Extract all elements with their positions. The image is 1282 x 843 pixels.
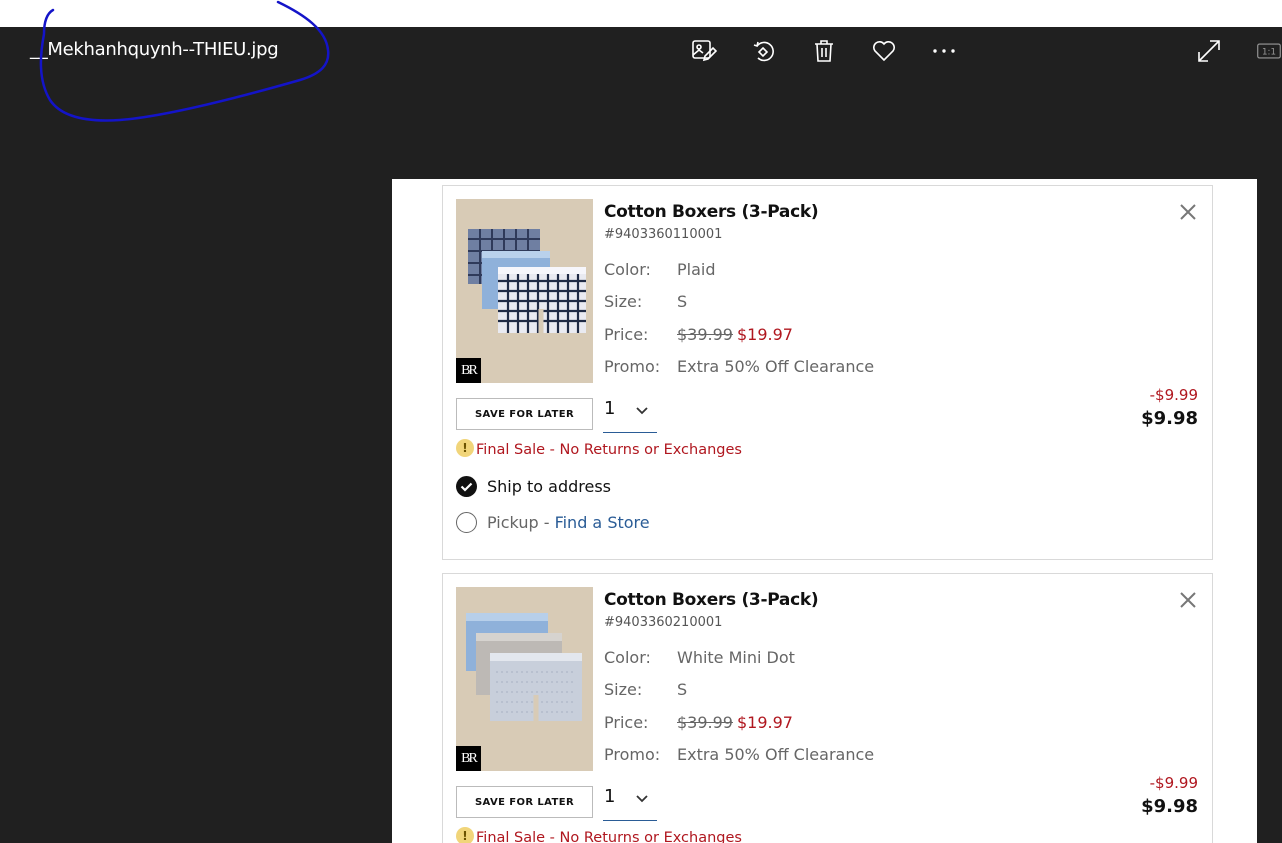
product-image[interactable]: BR: [456, 587, 593, 771]
final-sale-notice: ! Final Sale - No Returns or Exchanges: [456, 439, 742, 458]
cart-item: BR Cotton Boxers (3-Pack) #9403360110001…: [442, 185, 1213, 560]
sale-price: $19.97: [736, 325, 793, 344]
item-total: $9.98: [1141, 408, 1198, 429]
unchecked-radio-icon: [456, 512, 477, 533]
price-label: Price:: [604, 713, 649, 732]
quantity-value: 1: [604, 398, 616, 419]
sale-price: $19.97: [736, 713, 793, 732]
promo-label: Promo:: [604, 357, 661, 376]
checked-radio-icon: [456, 476, 477, 497]
product-sku: #9403360210001: [604, 615, 723, 630]
file-name: __Mekhanhquynh--THIEU.jpg: [30, 39, 279, 60]
item-discount: -$9.99: [1149, 774, 1198, 792]
pickup-label: Pickup -: [487, 513, 555, 532]
size-row: Size: S: [604, 680, 687, 699]
color-value: White Mini Dot: [677, 648, 795, 667]
color-label: Color:: [604, 260, 651, 279]
size-value: S: [677, 292, 688, 311]
color-label: Color:: [604, 648, 651, 667]
rotate-icon[interactable]: [748, 35, 780, 67]
product-title[interactable]: Cotton Boxers (3-Pack): [604, 590, 819, 610]
size-row: Size: S: [604, 292, 687, 311]
quantity-value: 1: [604, 786, 616, 807]
actual-size-icon[interactable]: 1:1: [1253, 35, 1282, 67]
favorite-icon[interactable]: [868, 35, 900, 67]
promo-value: Extra 50% Off Clearance: [677, 357, 875, 376]
item-discount: -$9.99: [1149, 386, 1198, 404]
size-label: Size:: [604, 292, 643, 311]
promo-row: Promo: Extra 50% Off Clearance: [604, 745, 874, 764]
size-value: S: [677, 680, 688, 699]
product-image[interactable]: BR: [456, 199, 593, 383]
product-title[interactable]: Cotton Boxers (3-Pack): [604, 202, 819, 222]
price-row: Price: $39.99 $19.97: [604, 325, 793, 344]
cart-item: BR Cotton Boxers (3-Pack) #9403360210001…: [442, 573, 1213, 843]
price-label: Price:: [604, 325, 649, 344]
brand-logo: BR: [456, 358, 481, 383]
color-value: Plaid: [677, 260, 716, 279]
promo-row: Promo: Extra 50% Off Clearance: [604, 357, 874, 376]
photo-viewer-toolbar: __Mekhanhquynh--THIEU.jpg 1:1: [0, 27, 1282, 75]
final-sale-text: Final Sale - No Returns or Exchanges: [476, 442, 742, 458]
final-sale-text: Final Sale - No Returns or Exchanges: [476, 830, 742, 843]
color-row: Color: White Mini Dot: [604, 648, 795, 667]
remove-item-icon[interactable]: [1178, 590, 1198, 610]
remove-item-icon[interactable]: [1178, 202, 1198, 222]
svg-text:1:1: 1:1: [1262, 47, 1276, 57]
quantity-select[interactable]: 1: [603, 786, 657, 821]
color-row: Color: Plaid: [604, 260, 716, 279]
item-total: $9.98: [1141, 796, 1198, 817]
save-for-later-button[interactable]: SAVE FOR LATER: [456, 786, 593, 818]
warning-icon: !: [456, 827, 474, 843]
original-price: $39.99: [677, 713, 733, 732]
product-sku: #9403360110001: [604, 227, 723, 242]
final-sale-notice: ! Final Sale - No Returns or Exchanges: [456, 827, 742, 843]
brand-logo: BR: [456, 746, 481, 771]
promo-value: Extra 50% Off Clearance: [677, 745, 875, 764]
ship-to-address-label: Ship to address: [487, 477, 611, 496]
quantity-select[interactable]: 1: [603, 398, 657, 433]
warning-icon: !: [456, 439, 474, 457]
find-a-store-link[interactable]: Find a Store: [555, 513, 650, 532]
original-price: $39.99: [677, 325, 733, 344]
fullscreen-icon[interactable]: [1193, 35, 1225, 67]
edit-image-icon[interactable]: [688, 35, 720, 67]
window-top-strip: [0, 0, 1282, 27]
chevron-down-icon: [636, 795, 648, 803]
more-icon[interactable]: [928, 35, 960, 67]
size-label: Size:: [604, 680, 643, 699]
chevron-down-icon: [636, 407, 648, 415]
cart-page: BR Cotton Boxers (3-Pack) #9403360110001…: [392, 179, 1257, 843]
save-for-later-button[interactable]: SAVE FOR LATER: [456, 398, 593, 430]
delete-icon[interactable]: [808, 35, 840, 67]
promo-label: Promo:: [604, 745, 661, 764]
price-row: Price: $39.99 $19.97: [604, 713, 793, 732]
